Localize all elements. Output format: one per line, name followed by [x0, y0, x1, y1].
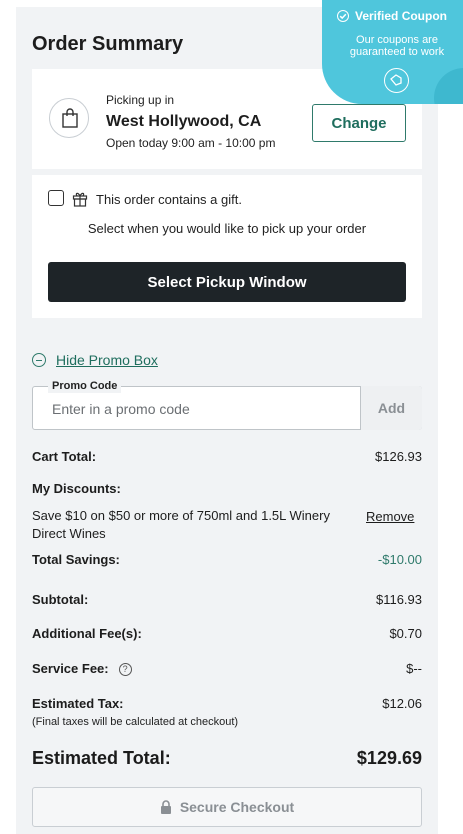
discount-description: Save $10 on $50 or more of 750ml and 1.5…	[32, 508, 330, 541]
tag-icon	[384, 68, 409, 93]
total-savings-value: -$10.00	[377, 552, 422, 567]
promo-code-placeholder[interactable]: Enter in a promo code	[52, 401, 190, 417]
estimated-total-label: Estimated Total:	[32, 748, 171, 768]
badge-decoration	[434, 68, 463, 104]
page-title: Order Summary	[32, 33, 184, 55]
tax-note: (Final taxes will be calculated at check…	[32, 716, 239, 728]
total-savings-label: Total Savings:	[32, 552, 120, 567]
estimated-total-value: $129.69	[356, 748, 422, 768]
estimated-total-row: Estimated Total: $129.69	[32, 748, 422, 772]
coupon-line-1: Our coupons are	[356, 34, 438, 46]
pickup-window-prompt: Select when you would like to pick up yo…	[87, 221, 367, 236]
select-pickup-window-button[interactable]: Select Pickup Window	[48, 262, 406, 302]
secure-checkout-button[interactable]: Secure Checkout	[32, 787, 422, 827]
service-fee-value: $--	[406, 661, 422, 676]
service-fee-label-group: Service Fee:?	[32, 661, 132, 676]
subtotal-value: $116.93	[375, 592, 422, 607]
gift-checkbox-label: This order contains a gift.	[96, 192, 242, 207]
add-promo-button[interactable]: Add	[360, 386, 422, 430]
pickup-label: Picking up in	[106, 93, 175, 107]
lock-icon	[160, 800, 171, 814]
verified-coupon-badge[interactable]: Verified Coupon Our coupons are guarante…	[322, 0, 463, 104]
coupon-guarantee-text: Our coupons are guaranteed to work	[322, 34, 463, 58]
promo-code-field: Promo Code Enter in a promo code Add	[32, 379, 422, 431]
remove-discount-link[interactable]: Remove	[366, 509, 414, 524]
cart-total-label: Cart Total:	[32, 449, 97, 464]
tax-value: $12.06	[382, 696, 422, 711]
promo-code-label: Promo Code	[48, 379, 122, 393]
pickup-city: West Hollywood, CA	[106, 113, 262, 130]
secure-checkout-label: Secure Checkout	[179, 799, 295, 815]
gift-card: This order contains a gift. Select when …	[32, 175, 422, 318]
hide-promo-box-toggle[interactable]: Hide Promo Box	[32, 352, 158, 368]
coupon-line-2: guaranteed to work	[349, 46, 445, 58]
store-hours: Open today 9:00 am - 10:00 pm	[106, 136, 276, 150]
check-circle-icon	[337, 10, 349, 22]
discounts-label: My Discounts:	[32, 481, 121, 496]
question-icon[interactable]: ?	[118, 663, 132, 676]
minus-circle-icon	[32, 353, 46, 367]
tax-label: Estimated Tax:	[32, 696, 124, 711]
verified-coupon-text: Verified Coupon	[355, 9, 448, 23]
change-store-button[interactable]: Change	[312, 104, 406, 142]
additional-fee-label: Additional Fee(s):	[32, 626, 142, 641]
cart-total-value: $126.93	[375, 449, 422, 464]
additional-fee-value: $0.70	[389, 626, 422, 641]
order-summary-panel: Order Summary Picking up in West Hollywo…	[16, 7, 438, 834]
gift-icon	[72, 191, 88, 212]
gift-checkbox[interactable]	[48, 190, 64, 206]
subtotal-label: Subtotal:	[32, 592, 89, 607]
shopping-bag-icon	[49, 98, 89, 138]
hide-promo-box-link[interactable]: Hide Promo Box	[56, 352, 158, 368]
service-fee-label: Service Fee:	[32, 661, 109, 676]
verified-coupon-title: Verified Coupon	[337, 9, 447, 23]
